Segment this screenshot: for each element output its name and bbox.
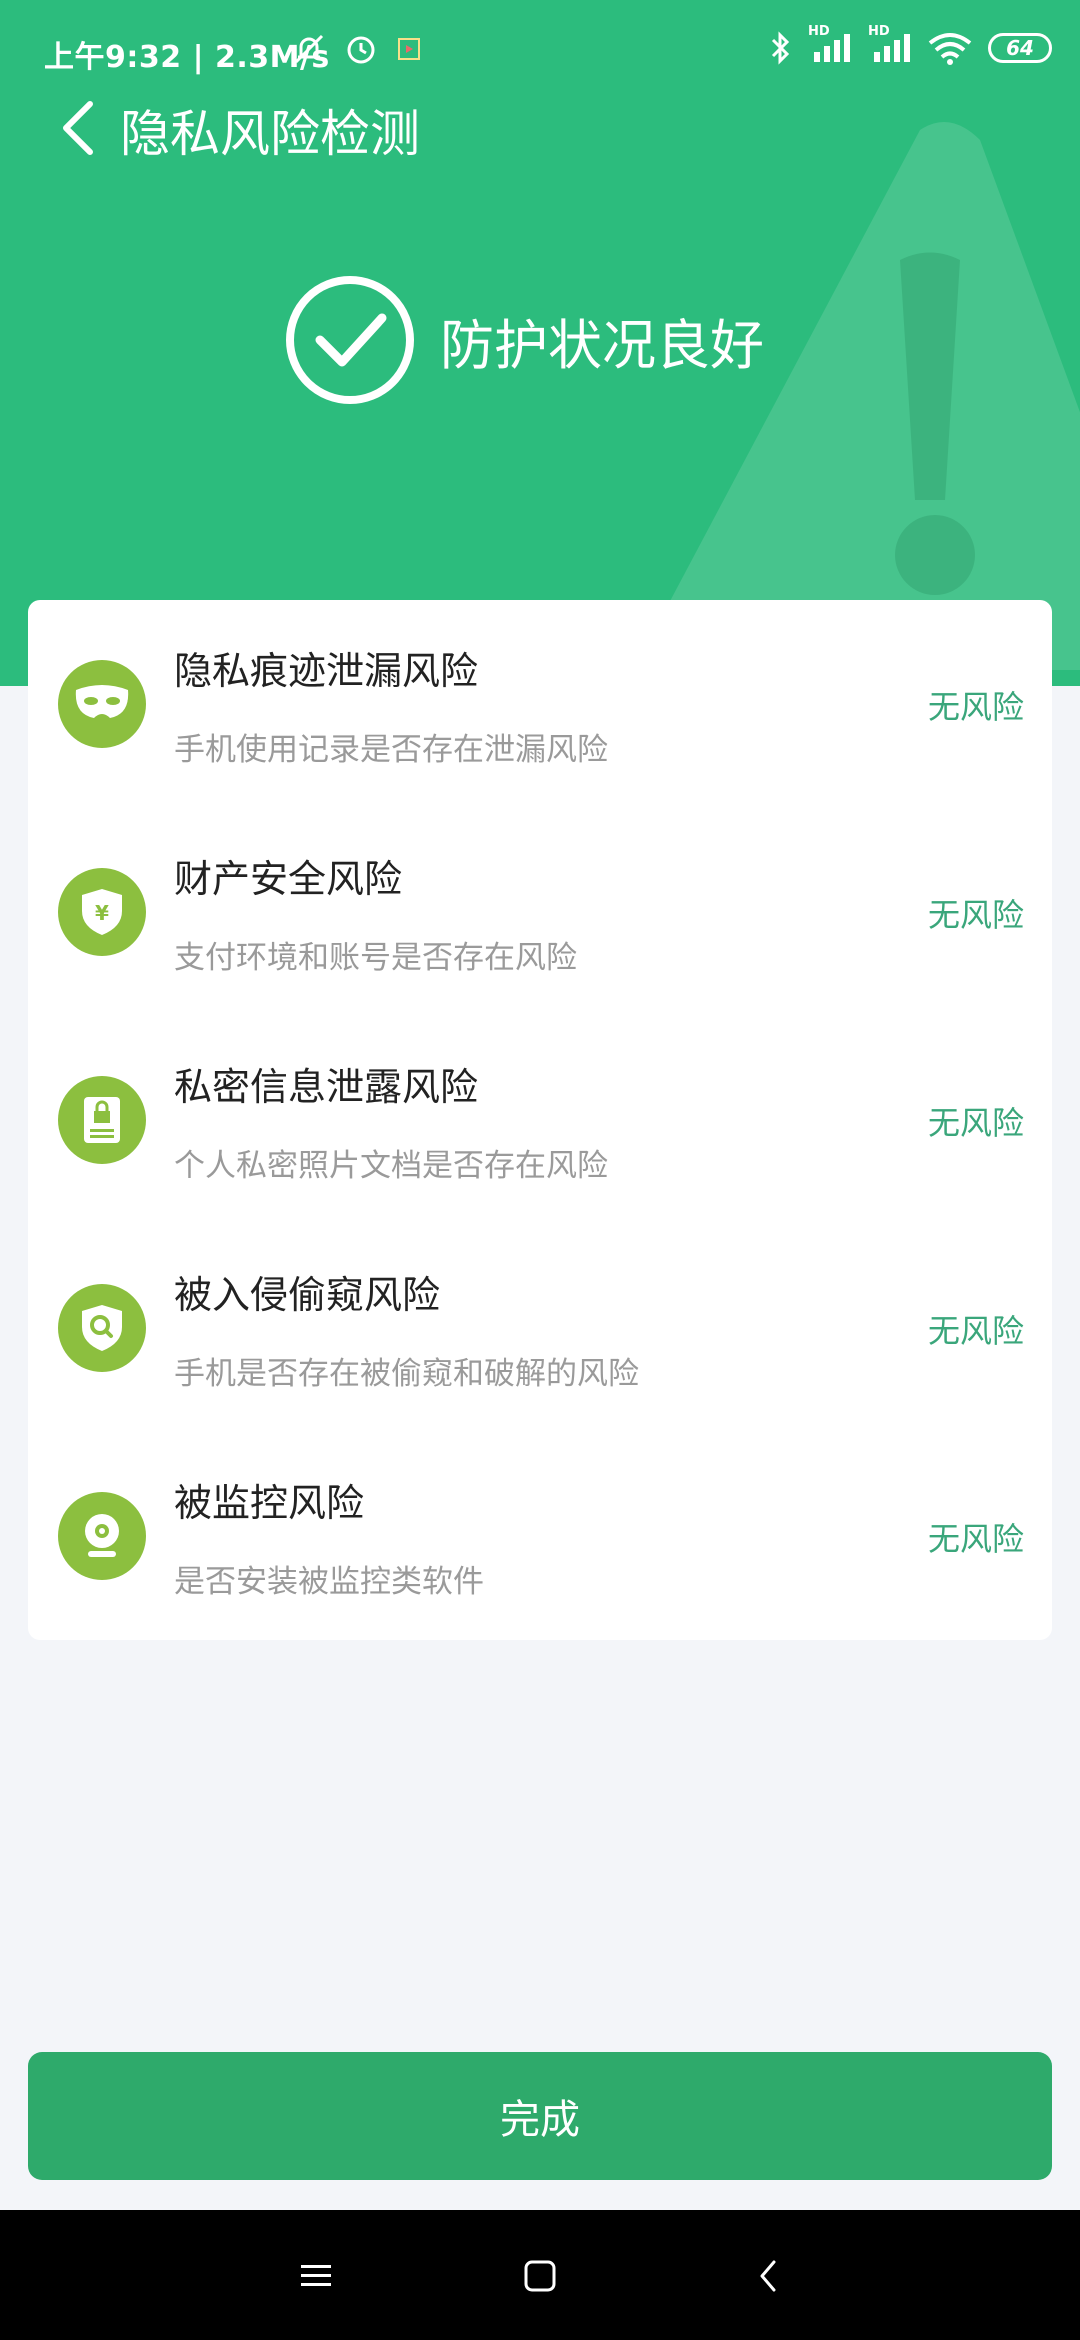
chevron-left-icon — [760, 2260, 776, 2292]
search-shield-icon — [58, 1284, 146, 1372]
alarm-icon — [347, 36, 375, 64]
risk-description: 个人私密照片文档是否存在风险 — [174, 1148, 608, 1184]
bluetooth-icon — [771, 31, 790, 65]
risk-status: 无风险 — [927, 1520, 1024, 1558]
home-button[interactable] — [510, 2246, 570, 2306]
wifi-icon — [928, 33, 972, 65]
risk-title: 被监控风险 — [174, 1481, 365, 1525]
risk-description: 支付环境和账号是否存在风险 — [174, 940, 577, 976]
risk-title: 财产安全风险 — [174, 857, 403, 901]
signal-strength-icon: HD — [808, 24, 852, 66]
risk-item-monitoring[interactable]: 被监控风险 是否安装被监控类软件 无风险 — [28, 1432, 1052, 1640]
home-square-icon — [524, 2260, 556, 2292]
svg-text:¥: ¥ — [95, 901, 109, 925]
camera-icon — [58, 1492, 146, 1580]
risk-description: 是否安装被监控类软件 — [174, 1564, 484, 1600]
chevron-left-icon — [63, 101, 93, 155]
page-title: 隐私风险检测 — [120, 105, 420, 163]
battery-icon: 64 — [988, 33, 1052, 63]
lock-document-icon — [58, 1076, 146, 1164]
risk-description: 手机是否存在被偷窥和破解的风险 — [174, 1356, 639, 1392]
title-bar: 隐私风险检测 — [0, 90, 1080, 170]
risk-status: 无风险 — [927, 1104, 1024, 1142]
mask-icon — [58, 660, 146, 748]
risk-status: 无风险 — [927, 688, 1024, 726]
app-notification-icon — [398, 38, 420, 60]
risk-title: 被入侵偷窥风险 — [174, 1273, 441, 1317]
risk-item-privacy-trace[interactable]: 隐私痕迹泄漏风险 手机使用记录是否存在泄漏风险 无风险 — [28, 600, 1052, 808]
navigation-bar — [0, 2210, 1080, 2340]
risk-list: 隐私痕迹泄漏风险 手机使用记录是否存在泄漏风险 无风险 ¥ 财产安全风险 支付环… — [28, 600, 1052, 1640]
back-button[interactable] — [48, 96, 108, 160]
risk-description: 手机使用记录是否存在泄漏风险 — [174, 732, 608, 768]
bell-muted-icon — [294, 34, 324, 64]
menu-icon — [301, 2265, 331, 2286]
done-button[interactable]: 完成 — [28, 2052, 1052, 2180]
risk-item-private-info[interactable]: 私密信息泄露风险 个人私密照片文档是否存在风险 无风险 — [28, 1016, 1052, 1224]
risk-title: 隐私痕迹泄漏风险 — [174, 649, 479, 693]
risk-status: 无风险 — [927, 1312, 1024, 1350]
risk-title: 私密信息泄露风险 — [174, 1065, 479, 1109]
risk-item-property[interactable]: ¥ 财产安全风险 支付环境和账号是否存在风险 无风险 — [28, 808, 1052, 1016]
menu-button[interactable] — [286, 2246, 346, 2306]
status-text: 防护状况良好 — [440, 313, 764, 377]
status-bar: 上午9:32 | 2.3M/s HD HD 64 — [0, 0, 1080, 100]
signal-strength-icon-2: HD — [868, 24, 912, 66]
back-nav-button[interactable] — [738, 2246, 798, 2306]
status-time: 上午9:32 | 2.3M/s — [44, 40, 330, 75]
protection-status: 防护状况良好 — [284, 274, 764, 406]
risk-status: 无风险 — [927, 896, 1024, 934]
risk-item-intrusion[interactable]: 被入侵偷窥风险 手机是否存在被偷窥和破解的风险 无风险 — [28, 1224, 1052, 1432]
check-circle-icon — [286, 276, 414, 404]
yen-shield-icon: ¥ — [58, 868, 146, 956]
